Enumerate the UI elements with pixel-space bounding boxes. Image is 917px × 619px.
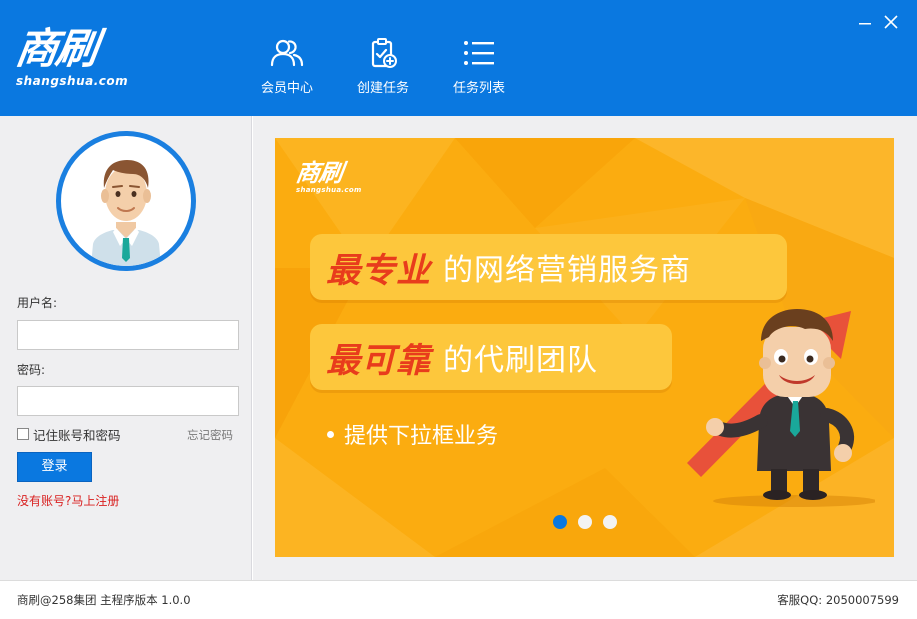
main-content: 商刷 shangshua.com 最专业 的网络营销服务商 最可靠 的代刷团队 … — [253, 116, 917, 580]
username-input[interactable] — [17, 320, 239, 350]
nav-member-center[interactable]: 会员中心 — [253, 38, 321, 100]
bullet-dot-icon — [327, 430, 334, 438]
logo-text: 商刷 — [12, 24, 100, 73]
feature-bullet: 提供下拉框业务 — [327, 418, 498, 450]
register-link[interactable]: 没有账号?马上注册 — [17, 492, 119, 509]
username-label: 用户名: — [17, 296, 58, 310]
nav-create-task[interactable]: 创建任务 — [349, 38, 417, 100]
clipboard-add-icon — [371, 38, 397, 68]
businessman-mascot-icon — [687, 309, 875, 507]
users-icon — [270, 39, 304, 67]
remember-label: 记住账号和密码 — [33, 427, 121, 443]
logo-domain: shangshua.com — [16, 74, 129, 88]
status-bar: 商刷@258集团 主程序版本 1.0.0 客服QQ: 2050007599 — [0, 580, 917, 619]
app-logo: 商刷 shangshua.com — [12, 24, 146, 96]
banner-logo-domain: shangshua.com — [296, 186, 362, 194]
carousel-dot-3[interactable] — [603, 515, 617, 529]
app-header: 商刷 shangshua.com 会员中心 创建任务 任务列表 — [0, 0, 917, 116]
login-button[interactable]: 登录 — [17, 452, 92, 482]
checkbox-box[interactable] — [17, 428, 29, 440]
version-info: 商刷@258集团 主程序版本 1.0.0 — [17, 593, 191, 607]
nav-task-list-label: 任务列表 — [452, 81, 505, 96]
avatar — [56, 131, 196, 271]
banner-logo-text: 商刷 — [294, 159, 344, 187]
user-avatar-icon — [91, 160, 161, 266]
login-panel: 用户名: 密码: 记住账号和密码 忘记密码 登录 没有账号?马上注册 — [0, 116, 252, 580]
nav-member-center-label: 会员中心 — [260, 81, 313, 96]
carousel-indicators — [553, 515, 628, 529]
headline-2-text: 的代刷团队 — [443, 343, 598, 378]
support-qq: 客服QQ: 2050007599 — [777, 593, 899, 607]
nav-create-task-label: 创建任务 — [356, 81, 409, 96]
headline-2-emphasis: 最可靠 — [326, 340, 431, 381]
headline-1-text: 的网络营销服务商 — [443, 253, 691, 288]
headline-2: 最可靠 的代刷团队 — [310, 324, 672, 390]
carousel-dot-1[interactable] — [553, 515, 567, 529]
promo-banner[interactable]: 商刷 shangshua.com 最专业 的网络营销服务商 最可靠 的代刷团队 … — [275, 138, 894, 557]
close-button[interactable] — [881, 12, 901, 32]
password-input[interactable] — [17, 386, 239, 416]
minimize-button[interactable] — [855, 12, 875, 32]
nav-task-list[interactable]: 任务列表 — [445, 38, 513, 100]
banner-logo: 商刷 shangshua.com — [294, 159, 362, 194]
headline-1-emphasis: 最专业 — [326, 250, 431, 291]
list-icon — [464, 41, 494, 65]
feature-bullet-text: 提供下拉框业务 — [344, 424, 499, 449]
password-label: 密码: — [17, 363, 46, 377]
forgot-password-link[interactable]: 忘记密码 — [187, 427, 233, 443]
carousel-dot-2[interactable] — [578, 515, 592, 529]
remember-checkbox[interactable]: 记住账号和密码 — [17, 426, 121, 443]
minimize-icon — [859, 23, 871, 25]
close-icon — [884, 15, 898, 29]
